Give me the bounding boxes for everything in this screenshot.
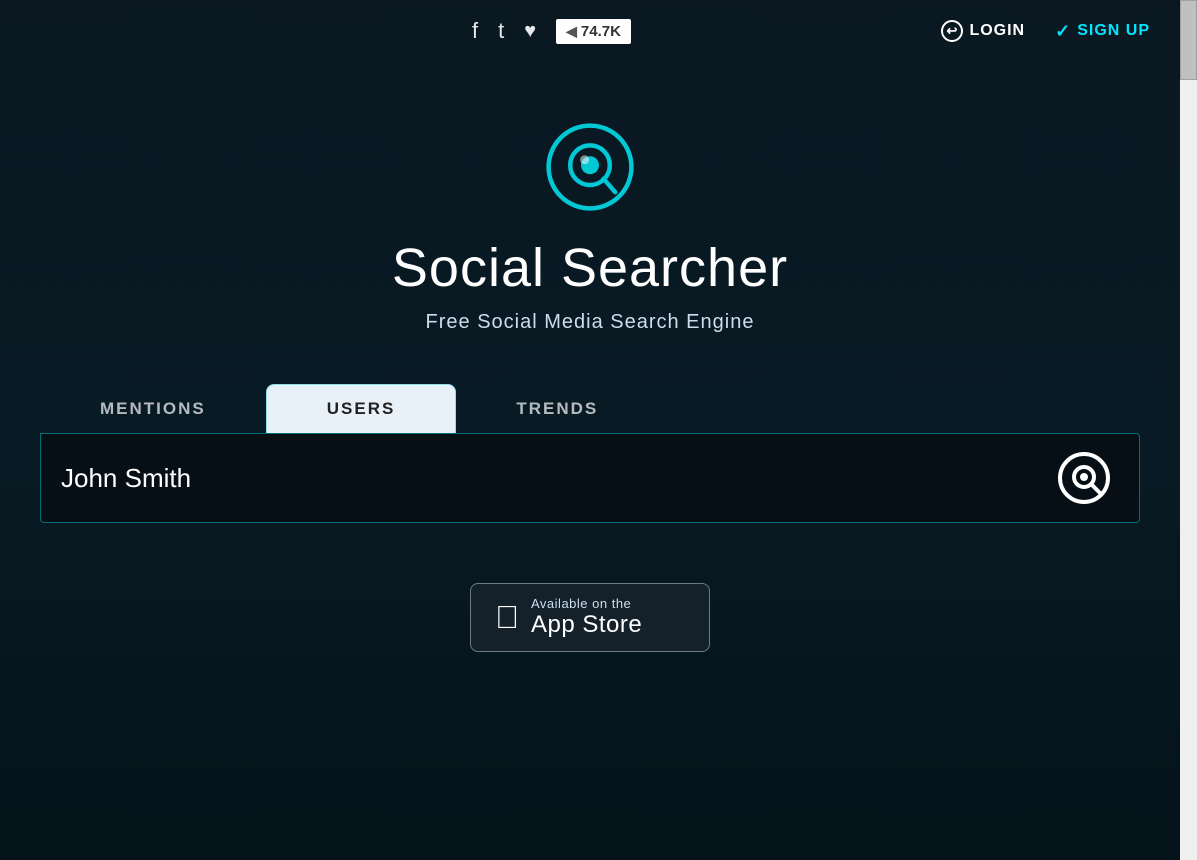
login-icon: ↩ <box>941 20 963 42</box>
counter-badge[interactable]: ◀ 74.7K <box>556 19 631 44</box>
search-button[interactable] <box>1049 443 1119 513</box>
login-label: LOGIN <box>969 22 1025 40</box>
logo-container <box>545 122 635 217</box>
twitter-icon[interactable]: t <box>498 18 504 44</box>
scrollbar-thumb[interactable] <box>1180 0 1197 80</box>
checkmark-icon: ✓ <box>1055 21 1071 42</box>
tab-users[interactable]: USERS <box>266 384 457 433</box>
app-store-section:  Available on the App Store <box>470 583 710 652</box>
app-store-badge[interactable]:  Available on the App Store <box>470 583 710 652</box>
top-nav: f t ♥ ◀ 74.7K ↩ LOGIN ✓ SIGN UP <box>0 0 1180 62</box>
signup-button[interactable]: ✓ SIGN UP <box>1055 21 1150 42</box>
store-name: App Store <box>531 611 642 639</box>
logo-icon <box>545 122 635 212</box>
scrollbar-track[interactable] <box>1180 0 1197 860</box>
app-store-text: Available on the App Store <box>531 596 642 639</box>
search-input[interactable] <box>61 463 1049 494</box>
main-container: f t ♥ ◀ 74.7K ↩ LOGIN ✓ SIGN UP <box>0 0 1180 860</box>
app-title: Social Searcher <box>392 237 788 299</box>
available-text: Available on the <box>531 596 642 611</box>
login-button[interactable]: ↩ LOGIN <box>941 20 1025 42</box>
app-subtitle: Free Social Media Search Engine <box>426 311 755 334</box>
signup-label: SIGN UP <box>1077 22 1150 40</box>
search-icon <box>1057 451 1111 505</box>
tabs-container: MENTIONS USERS TRENDS <box>40 384 1140 433</box>
tab-trends[interactable]: TRENDS <box>456 385 658 433</box>
counter-value: 74.7K <box>581 23 621 40</box>
search-container <box>40 433 1140 523</box>
auth-buttons: ↩ LOGIN ✓ SIGN UP <box>941 20 1150 42</box>
heart-icon[interactable]: ♥ <box>524 20 536 43</box>
apple-icon:  <box>495 599 519 636</box>
tab-mentions[interactable]: MENTIONS <box>40 385 266 433</box>
facebook-icon[interactable]: f <box>472 18 478 44</box>
social-icons: f t ♥ ◀ 74.7K <box>472 18 631 44</box>
arrow-icon: ◀ <box>566 23 577 40</box>
hero-section: Social Searcher Free Social Media Search… <box>40 62 1140 652</box>
